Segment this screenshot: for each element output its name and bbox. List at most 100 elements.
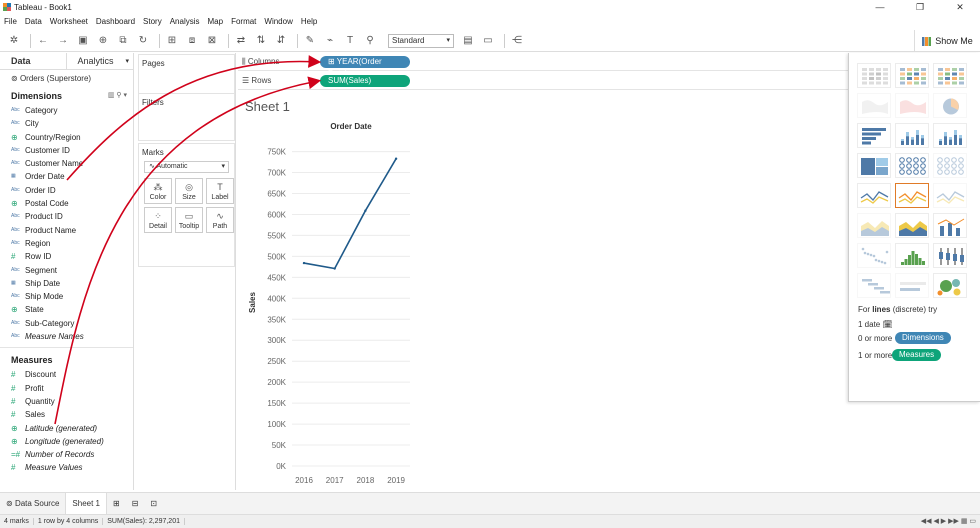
field-order-id[interactable]: Abc Order ID (0, 184, 133, 197)
show-me-filled-map-icon[interactable] (895, 93, 929, 118)
field-row-id[interactable]: # Row ID (0, 250, 133, 263)
columns-pill[interactable]: ⊞ YEAR(Order Date) (320, 55, 410, 78)
show-me-button[interactable]: Show Me (914, 30, 980, 52)
field-country-region[interactable]: ⊕ Country/Region (0, 131, 133, 144)
group-icon[interactable]: ⌁ (322, 33, 338, 49)
minimize-button[interactable]: — (860, 0, 900, 14)
tab-data-source[interactable]: ⊚ Data Source (0, 493, 65, 515)
field-discount[interactable]: # Discount (0, 368, 133, 381)
pages-card[interactable]: Pages (138, 54, 235, 96)
tab-analytics[interactable]: Analytics ▾ (67, 53, 134, 69)
menu-dashboard[interactable]: Dashboard (96, 17, 135, 26)
field-customer-name[interactable]: Abc Customer Name (0, 157, 133, 170)
field-state[interactable]: ⊕ State (0, 303, 133, 316)
field-product-id[interactable]: Abc Product ID (0, 210, 133, 223)
show-me-side-by-side-circles-icon[interactable] (933, 153, 967, 178)
show-me-pie-chart-icon[interactable] (933, 93, 967, 118)
field-customer-id[interactable]: Abc Customer ID (0, 144, 133, 157)
field-profit[interactable]: # Profit (0, 382, 133, 395)
show-me-area-discrete-icon[interactable] (895, 213, 929, 238)
redo-icon[interactable]: → (55, 33, 71, 49)
menu-worksheet[interactable]: Worksheet (50, 17, 88, 26)
field-longitude-generated[interactable]: ⊕ Longitude (generated) (0, 435, 133, 448)
field-ship-date[interactable]: ▦ Ship Date (0, 277, 133, 290)
field-latitude-generated[interactable]: ⊕ Latitude (generated) (0, 422, 133, 435)
new-sheet-icon[interactable]: ⊞ (107, 493, 126, 515)
new-story-icon[interactable]: ⊡ (144, 493, 163, 515)
path-button[interactable]: ∿ Path (206, 207, 234, 233)
mark-type-select[interactable]: ∿ Automatic ▾ (144, 161, 229, 173)
menu-window[interactable]: Window (264, 17, 292, 26)
menu-format[interactable]: Format (231, 17, 256, 26)
field-product-name[interactable]: Abc Product Name (0, 224, 133, 237)
field-region[interactable]: Abc Region (0, 237, 133, 250)
rows-pill[interactable]: SUM(Sales) (320, 74, 410, 87)
show-me-heat-map-icon[interactable] (895, 63, 929, 88)
show-me-dual-lines-icon[interactable] (933, 183, 967, 208)
maximize-button[interactable]: ❐ (900, 0, 940, 14)
columns-shelf[interactable]: ⫼ Columns ⊞ YEAR(Order Date) (238, 53, 849, 78)
pause-updates-icon[interactable]: ⧉ (115, 33, 131, 49)
show-me-packed-bubbles-icon[interactable] (933, 273, 967, 298)
show-me-bullet-graph-icon[interactable] (895, 273, 929, 298)
color-button[interactable]: ⁂ Color (144, 178, 172, 204)
show-me-treemap-icon[interactable] (857, 153, 891, 178)
sort-descending-icon[interactable]: ⇵ (273, 33, 289, 49)
show-cards-icon[interactable]: ▤ (460, 33, 476, 49)
tableau-home-icon[interactable]: ✲ (6, 33, 22, 49)
size-button[interactable]: ◎ Size (175, 178, 203, 204)
clear-sheet-icon[interactable]: ⊠ (204, 33, 220, 49)
duplicate-sheet-icon[interactable]: ⧈ (184, 33, 200, 49)
menu-story[interactable]: Story (143, 17, 162, 26)
show-me-scatter-plot-icon[interactable] (857, 243, 891, 268)
show-me-area-continuous-icon[interactable] (857, 213, 891, 238)
highlight-icon[interactable]: ✎ (302, 33, 318, 49)
field-city[interactable]: Abc City (0, 117, 133, 130)
refresh-icon[interactable]: ↻ (135, 33, 151, 49)
show-me-box-whisker-icon[interactable] (933, 243, 967, 268)
show-me-horizontal-bars-icon[interactable] (857, 123, 891, 148)
field-order-date[interactable]: ▦ Order Date (0, 170, 133, 183)
show-me-stacked-bars-icon[interactable] (895, 123, 929, 148)
menu-map[interactable]: Map (208, 17, 224, 26)
tab-data[interactable]: Data (0, 53, 67, 69)
field-measure-values[interactable]: # Measure Values (0, 461, 133, 474)
share-icon[interactable]: ⋲ (509, 33, 525, 49)
sort-ascending-icon[interactable]: ⇅ (253, 33, 269, 49)
field-category[interactable]: Abc Category (0, 104, 133, 117)
dimension-tools-icon[interactable]: ▥ ⚲ ▾ (108, 88, 127, 104)
rows-shelf[interactable]: ☰ Rows SUM(Sales) (238, 72, 849, 90)
filters-card[interactable]: Filters (138, 93, 235, 141)
show-me-gantt-icon[interactable] (857, 273, 891, 298)
show-me-highlight-table-icon[interactable] (933, 63, 967, 88)
datasource-item[interactable]: ⊚ Orders (Superstore) (0, 70, 133, 88)
field-postal-code[interactable]: ⊕ Postal Code (0, 197, 133, 210)
show-me-continuous-lines-icon[interactable] (857, 183, 891, 208)
view-controls[interactable]: ◀◀ ◀ ▶ ▶▶ ▦ ▭ (921, 517, 976, 525)
show-me-circle-views-icon[interactable] (895, 153, 929, 178)
pin-icon[interactable]: ⚲ (362, 33, 378, 49)
save-icon[interactable]: ▣ (75, 33, 91, 49)
field-segment[interactable]: Abc Segment (0, 264, 133, 277)
field-measure-names[interactable]: Abc Measure Names (0, 330, 133, 343)
field-sales[interactable]: # Sales (0, 408, 133, 421)
new-datasource-icon[interactable]: ⊕ (95, 33, 111, 49)
presentation-mode-icon[interactable]: ▭ (480, 33, 496, 49)
show-me-side-by-side-bars-icon[interactable] (933, 123, 967, 148)
field-ship-mode[interactable]: Abc Ship Mode (0, 290, 133, 303)
new-dashboard-icon[interactable]: ⊟ (126, 493, 145, 515)
show-me-text-table-icon[interactable] (857, 63, 891, 88)
tooltip-button[interactable]: ▭ Tooltip (175, 207, 203, 233)
close-button[interactable]: ✕ (940, 0, 980, 14)
field-quantity[interactable]: # Quantity (0, 395, 133, 408)
show-me-dual-combination-icon[interactable] (933, 213, 967, 238)
menu-file[interactable]: File (4, 17, 17, 26)
show-me-histogram-icon[interactable] (895, 243, 929, 268)
swap-rows-columns-icon[interactable]: ⇄ (233, 33, 249, 49)
fit-select[interactable]: Standard ▾ (388, 33, 454, 48)
label-button[interactable]: T Label (206, 178, 234, 204)
tab-sheet-1[interactable]: Sheet 1 (65, 492, 107, 515)
show-me-symbol-map-icon[interactable] (857, 93, 891, 118)
menu-data[interactable]: Data (25, 17, 42, 26)
show-me-discrete-lines-icon[interactable] (895, 183, 929, 208)
